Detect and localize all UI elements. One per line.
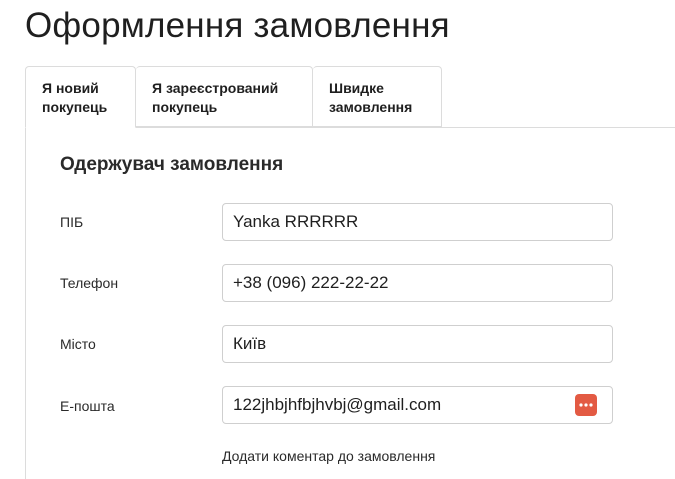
phone-field[interactable] [222, 264, 613, 302]
tab-label: Я новий покупець [42, 80, 108, 115]
section-title: Одержувач замовлення [60, 154, 284, 175]
page-title: Оформлення замовлення [25, 6, 450, 45]
tab-registered-customer[interactable]: Я зареєстрований покупець [136, 66, 313, 127]
recipient-form-panel: Одержувач замовлення ПІБ Телефон Місто E… [25, 128, 675, 479]
city-field[interactable] [222, 325, 613, 363]
tab-label: Швидке замовлення [329, 80, 413, 115]
password-manager-icon[interactable] [575, 394, 597, 416]
name-label: ПІБ [60, 214, 84, 230]
name-field[interactable] [222, 203, 613, 241]
checkout-page: Оформлення замовлення Я новий покупець Я… [0, 0, 675, 479]
tab-new-customer[interactable]: Я новий покупець [25, 66, 136, 128]
tab-label: Я зареєстрований покупець [152, 80, 279, 115]
email-label: E-пошта [60, 398, 115, 414]
email-field[interactable] [222, 386, 613, 424]
add-comment-link[interactable]: Додати коментар до замовлення [222, 448, 435, 464]
city-label: Місто [60, 336, 96, 352]
tab-quick-order[interactable]: Швидке замовлення [313, 66, 442, 127]
dots-icon [579, 403, 593, 407]
customer-type-tabs: Я новий покупець Я зареєстрований покупе… [25, 66, 675, 128]
phone-label: Телефон [60, 275, 119, 291]
